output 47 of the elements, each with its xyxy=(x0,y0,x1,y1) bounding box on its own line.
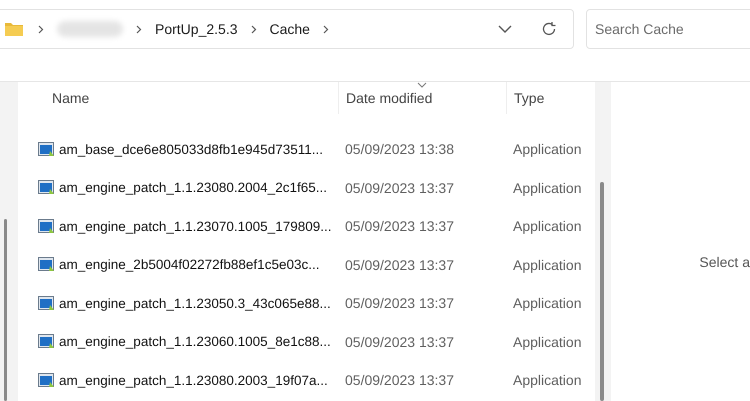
file-name[interactable]: am_engine_patch_1.1.23060.1005_8e1c88... xyxy=(59,334,331,350)
date-modified: 05/09/2023 13:37 xyxy=(345,372,454,388)
scrollbar-thumb[interactable] xyxy=(4,219,7,401)
date-modified: 05/09/2023 13:37 xyxy=(345,334,454,350)
date-modified: 05/09/2023 13:37 xyxy=(345,180,454,196)
date-modified: 05/09/2023 13:37 xyxy=(345,295,454,312)
redacted-block xyxy=(57,21,123,37)
application-icon xyxy=(38,218,55,234)
file-type: Application xyxy=(513,141,582,158)
date-modified: 05/09/2023 13:38 xyxy=(345,141,454,158)
application-icon xyxy=(38,257,55,272)
file-type: Application xyxy=(513,180,582,196)
application-icon xyxy=(38,142,55,157)
dropdown-chevron-icon[interactable] xyxy=(498,25,512,33)
date-modified: 05/09/2023 13:37 xyxy=(345,256,454,273)
file-type: Application xyxy=(513,295,582,312)
sort-caret-icon xyxy=(417,82,427,88)
application-icon xyxy=(38,296,55,311)
chevron-right-icon xyxy=(38,24,44,34)
breadcrumb-segment[interactable]: Cache xyxy=(270,21,310,37)
file-type: Application xyxy=(513,372,582,388)
file-type: Application xyxy=(513,218,582,234)
application-icon xyxy=(38,334,55,350)
file-name[interactable]: am_engine_patch_1.1.23050.3_43c065e88... xyxy=(59,296,331,311)
file-name[interactable]: am_engine_patch_1.1.23070.1005_179809... xyxy=(59,218,332,234)
scrollbar-thumb[interactable] xyxy=(600,182,604,401)
application-icon xyxy=(38,180,55,196)
search-field[interactable]: Search Cache xyxy=(586,9,750,49)
file-name[interactable]: am_engine_2b5004f02272fb88ef1c5e03c... xyxy=(59,257,320,272)
column-header[interactable]: Name xyxy=(52,90,90,106)
chevron-right-icon xyxy=(136,24,142,34)
column-header[interactable]: Date modified xyxy=(346,90,432,106)
file-type: Application xyxy=(513,256,582,273)
folder-icon xyxy=(5,22,23,36)
date-modified: 05/09/2023 13:37 xyxy=(345,218,454,234)
file-name[interactable]: am_engine_patch_1.1.23080.2004_2c1f65... xyxy=(59,180,327,196)
address-bar[interactable]: PortUp_2.5.3 Cache xyxy=(0,9,574,49)
application-icon xyxy=(38,372,55,388)
details-message: Select a xyxy=(699,254,750,270)
file-name[interactable]: am_engine_patch_1.1.23080.2003_19f07a... xyxy=(59,372,328,388)
file-name[interactable]: am_base_dce6e805033d8fb1e945d73511... xyxy=(59,142,323,157)
file-type: Application xyxy=(513,334,582,350)
chevron-right-icon xyxy=(322,24,329,34)
breadcrumb-segment[interactable]: PortUp_2.5.3 xyxy=(155,21,238,37)
chevron-right-icon xyxy=(250,24,256,34)
refresh-icon[interactable] xyxy=(541,21,557,37)
column-header[interactable]: Type xyxy=(514,90,544,106)
